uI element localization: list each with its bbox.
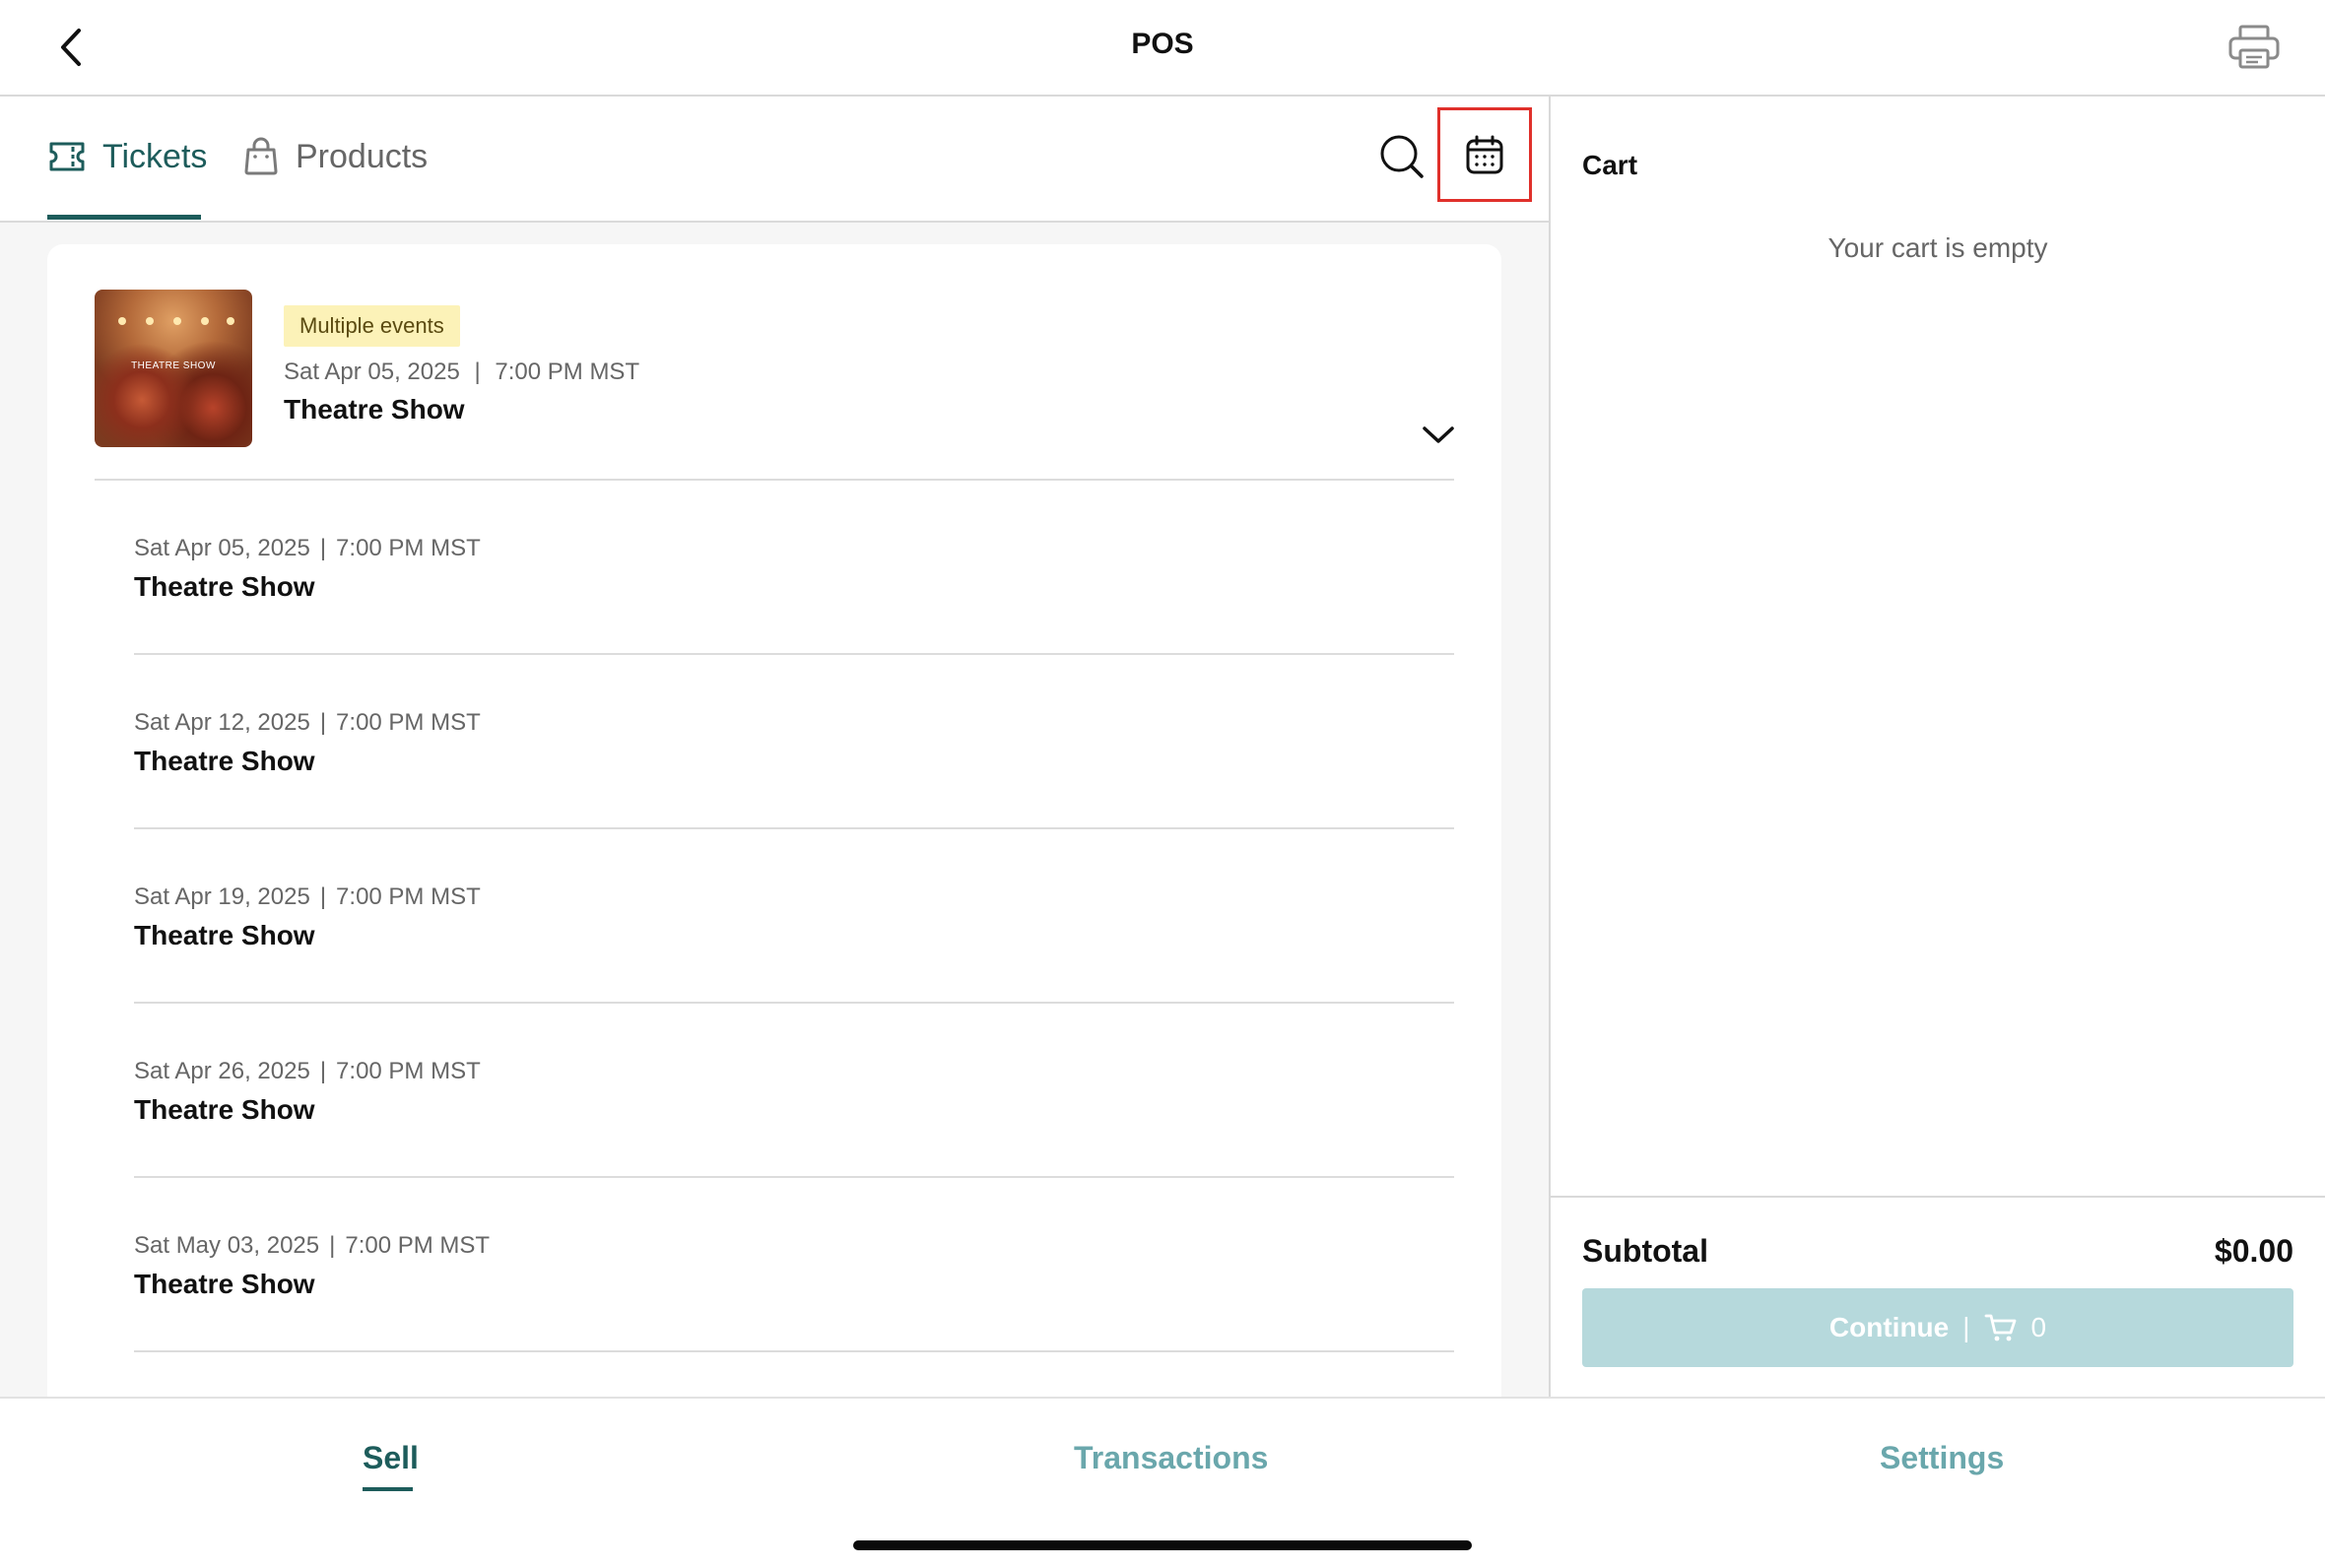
calendar-icon xyxy=(1466,135,1503,174)
chevron-down-icon[interactable] xyxy=(1419,420,1458,449)
nav-settings[interactable]: Settings xyxy=(1880,1440,2004,1476)
tab-tickets[interactable]: Tickets xyxy=(47,138,207,217)
event-thumbnail: THEATRE SHOW xyxy=(95,290,252,447)
cart-footer: Subtotal $0.00 Continue | 0 xyxy=(1551,1196,2325,1399)
event-list-item[interactable]: Sat Apr 12, 2025 | 7:00 PM MST Theatre Sho… xyxy=(134,655,1454,829)
event-list-item[interactable]: Sat Apr 05, 2025 | 7:00 PM MST Theatre Sho… xyxy=(134,481,1454,655)
bottom-nav: Sell Transactions Settings xyxy=(0,1397,2325,1568)
calendar-button[interactable] xyxy=(1437,107,1532,202)
event-group-time: 7:00 PM MST xyxy=(495,359,640,385)
event-group-date: Sat Apr 05, 2025 xyxy=(284,359,460,385)
event-datetime: Sat Apr 26, 2025 | 7:00 PM MST xyxy=(134,1058,481,1084)
continue-label: Continue xyxy=(1828,1312,1950,1342)
subtotal-label: Subtotal xyxy=(1582,1233,1708,1269)
event-title: Theatre Show xyxy=(134,1094,315,1125)
active-tab-indicator xyxy=(47,215,201,220)
event-title: Theatre Show xyxy=(134,746,315,776)
shopping-bag-icon xyxy=(244,137,278,175)
tab-tickets-label: Tickets xyxy=(102,138,208,175)
page-title: POS xyxy=(1131,28,1194,60)
cart-empty-message: Your cart is empty xyxy=(1827,232,2048,263)
nav-transactions[interactable]: Transactions xyxy=(1074,1440,1268,1476)
home-indicator xyxy=(853,1540,1472,1550)
search-icon xyxy=(1380,135,1424,178)
event-list-item[interactable]: Sat Apr 26, 2025 | 7:00 PM MST Theatre Sho… xyxy=(134,1004,1454,1178)
thumbnail-caption: THEATRE SHOW xyxy=(131,360,216,371)
event-group-datetime: Sat Apr 05, 2025 | 7:00 PM MST xyxy=(284,359,640,385)
continue-button[interactable]: Continue | 0 xyxy=(1582,1288,2293,1367)
top-bar: POS xyxy=(0,0,2325,97)
nav-sell[interactable]: Sell xyxy=(363,1440,419,1476)
cart-title: Cart xyxy=(1582,150,1638,180)
ticket-icon xyxy=(49,142,85,171)
cart-icon xyxy=(1984,1314,2016,1341)
subtotal-value: $0.00 xyxy=(2214,1233,2293,1269)
events-card: THEATRE SHOW Multiple events Sat Apr 05,… xyxy=(47,244,1501,1399)
event-datetime: Sat May 03, 2025 | 7:00 PM MST xyxy=(134,1232,491,1259)
event-list-item[interactable]: Sat Apr 19, 2025 | 7:00 PM MST Theatre Sho… xyxy=(134,829,1454,1004)
cart-panel: Cart Your cart is empty Subtotal $0.00 C… xyxy=(1551,97,2325,1397)
print-button[interactable] xyxy=(2223,18,2286,77)
cart-count: 0 xyxy=(2030,1312,2047,1342)
search-button[interactable] xyxy=(1377,132,1427,181)
tab-products[interactable]: Products xyxy=(242,137,429,217)
tab-products-label: Products xyxy=(296,138,429,175)
active-nav-indicator xyxy=(363,1487,413,1491)
event-datetime: Sat Apr 19, 2025 | 7:00 PM MST xyxy=(134,883,481,910)
event-title: Theatre Show xyxy=(134,571,315,602)
sell-panel: Tickets Products THEATRE SHOW Multiple e… xyxy=(0,97,1549,1399)
event-datetime: Sat Apr 05, 2025 | 7:00 PM MST xyxy=(134,535,481,561)
event-title: Theatre Show xyxy=(134,920,315,950)
tab-bar: Tickets Products xyxy=(0,97,1549,223)
printer-icon xyxy=(2228,25,2280,69)
multiple-events-badge: Multiple events xyxy=(284,305,460,347)
event-group-header[interactable]: THEATRE SHOW Multiple events Sat Apr 05,… xyxy=(47,244,1501,479)
event-list: Sat Apr 05, 2025 | 7:00 PM MST Theatre Sho… xyxy=(134,481,1454,1352)
event-list-item[interactable]: Sat May 03, 2025 | 7:00 PM MST Theatre Sho… xyxy=(134,1178,1454,1352)
event-datetime: Sat Apr 12, 2025 | 7:00 PM MST xyxy=(134,709,481,736)
event-group-title: Theatre Show xyxy=(284,394,465,425)
event-title: Theatre Show xyxy=(134,1269,315,1299)
